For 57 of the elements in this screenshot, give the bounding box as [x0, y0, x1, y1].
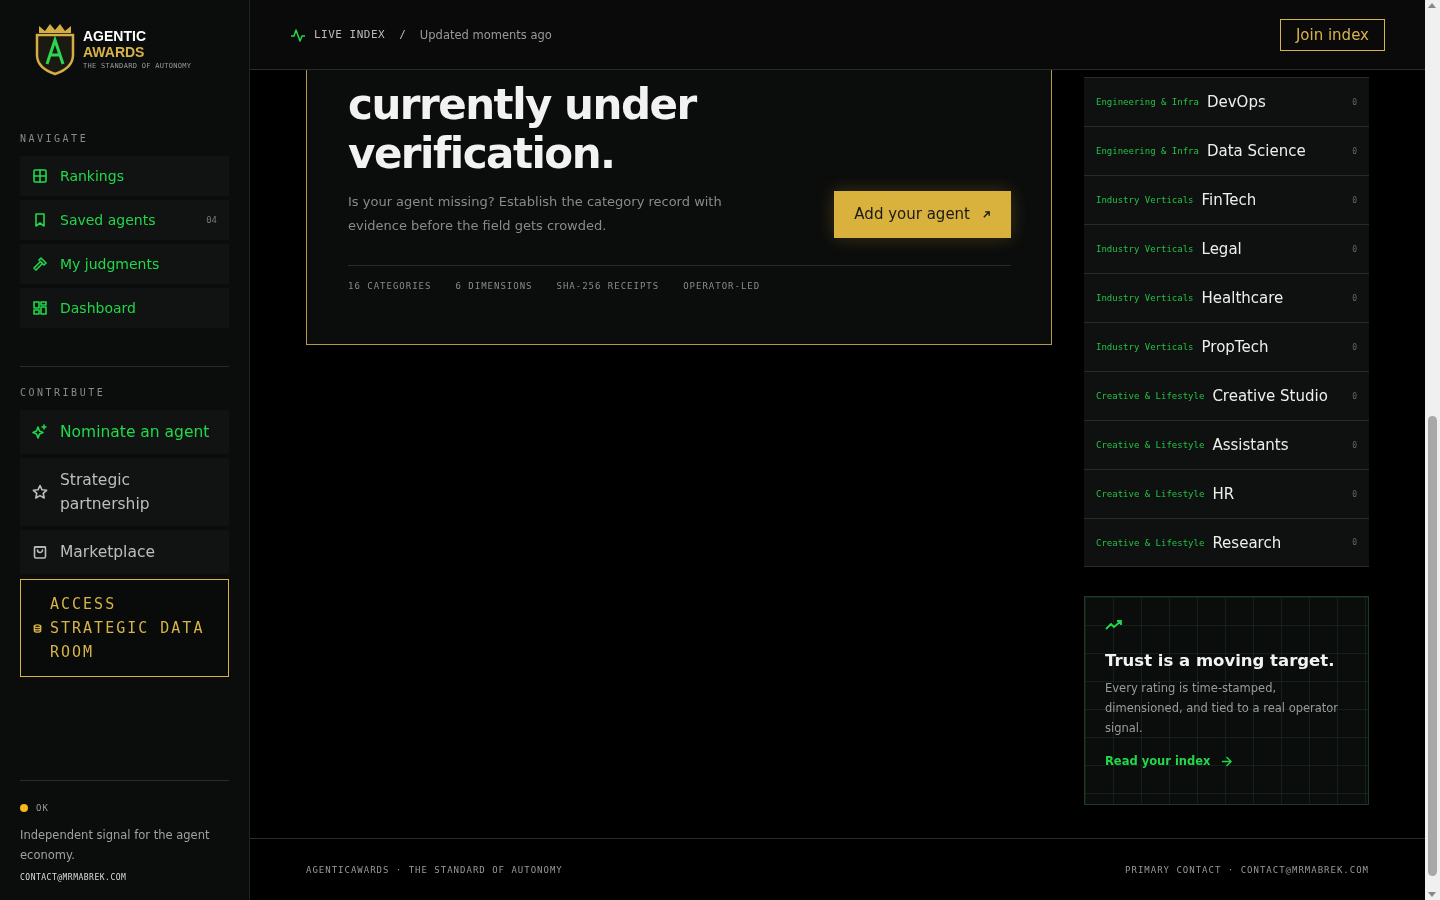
bookmark-icon: [32, 212, 48, 228]
stat-label: 16 CATEGORIES: [348, 281, 432, 291]
dashboard-icon: [32, 300, 48, 316]
read-index-link[interactable]: Read your index: [1105, 754, 1232, 768]
category-row[interactable]: Creative & Lifestyle Creative Studio 0: [1084, 371, 1369, 420]
nav-item[interactable]: Marketplace: [20, 530, 229, 574]
category-row[interactable]: Industry Verticals Healthcare 0: [1084, 273, 1369, 322]
shopping-bag-icon: [32, 544, 48, 560]
stat-label: SHA-256 RECEIPTS: [556, 281, 660, 291]
hammer-icon: [32, 256, 48, 272]
category-row[interactable]: Creative & Lifestyle HR 0: [1084, 469, 1369, 518]
category-row[interactable]: Industry Verticals FinTech 0: [1084, 175, 1369, 224]
category-row[interactable]: Industry Verticals PropTech 0: [1084, 322, 1369, 371]
data-room-button[interactable]: ACCESS STRATEGIC DATA ROOM: [20, 579, 229, 677]
category-row[interactable]: Creative & Lifestyle Research 0: [1084, 518, 1369, 567]
trending-up-icon: [1105, 619, 1123, 631]
pulse-icon: [290, 26, 306, 43]
brand-name: AWARDS: [83, 44, 146, 60]
arrow-up-right-icon: [982, 209, 991, 219]
footer-text: AGENTICAWARDS · THE STANDARD OF AUTONOMY: [306, 864, 563, 875]
add-agent-button[interactable]: Add your agent: [834, 190, 1011, 238]
database-icon: [33, 623, 42, 633]
star-icon: [32, 484, 48, 500]
update-status: Updated moments ago: [419, 27, 552, 42]
nav-item[interactable]: Dashboard: [20, 288, 229, 328]
tagline-text: Independent signal for the agent economy.: [20, 827, 211, 864]
footer-contact: PRIMARY CONTACT · CONTACT@MRMABREK.COM: [1125, 864, 1369, 875]
status-label: OK: [36, 803, 49, 813]
hero-text: Is your agent missing? Establish the category record with evidence before the field gets crowded.: [348, 193, 723, 235]
stat-label: OPERATOR-LED: [683, 281, 761, 291]
shield-logo-icon: [33, 22, 77, 76]
join-index-button[interactable]: Join index: [1279, 18, 1385, 51]
section-heading: NAVIGATE: [20, 133, 90, 144]
nav-item[interactable]: Saved agents 04: [20, 200, 229, 240]
sparkles-icon: [32, 424, 48, 440]
breadcrumb-separator: /: [399, 28, 406, 41]
nav-item[interactable]: My judgments: [20, 244, 229, 284]
scrollbar[interactable]: [1425, 0, 1440, 900]
category-row[interactable]: Engineering & Infra DevOps 0: [1084, 77, 1369, 126]
stat-label: 6 DIMENSIONS: [455, 281, 533, 291]
category-row[interactable]: Creative & Lifestyle Assistants 0: [1084, 420, 1369, 469]
status-dot: [20, 804, 28, 812]
category-row[interactable]: Engineering & Infra Data Science 0: [1084, 126, 1369, 175]
arrow-right-icon: [1220, 755, 1232, 767]
grid-icon: [32, 168, 48, 184]
count-label: 04: [206, 214, 217, 227]
brand-name: AGENTIC: [83, 28, 147, 44]
section-heading: CONTRIBUTE: [20, 387, 107, 398]
nav-item[interactable]: Strategic partnership: [20, 458, 229, 526]
category-row[interactable]: Industry Verticals Legal 0: [1084, 224, 1369, 273]
live-index-label: LIVE INDEX: [314, 28, 386, 41]
nav-item[interactable]: Nominate an agent: [20, 410, 229, 454]
card-title: Trust is a moving target.: [1105, 651, 1336, 670]
hero-heading: currently under verification.: [348, 80, 698, 178]
nav-item[interactable]: Rankings: [20, 156, 229, 196]
card-text: Every rating is time-stamped, dimensioned, and tied to a real operator signal.: [1105, 680, 1340, 737]
contact-email: CONTACT@MRMABREK.COM: [20, 873, 128, 882]
